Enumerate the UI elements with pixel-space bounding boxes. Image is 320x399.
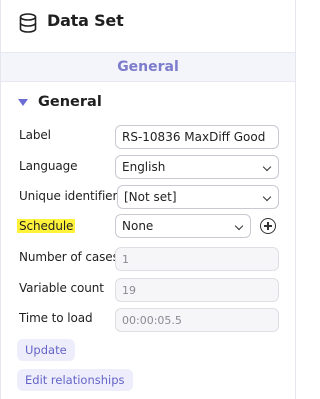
chevron-down-icon — [262, 162, 272, 172]
update-button[interactable]: Update — [17, 339, 75, 361]
chevron-down-icon — [262, 192, 272, 202]
schedule-select-value: None — [122, 219, 154, 233]
unique-identifier-select-value: [Not set] — [124, 190, 177, 204]
time-to-load-caption: Time to load — [19, 311, 93, 325]
chevron-down-icon — [234, 221, 244, 231]
number-of-cases-field: 1 — [115, 247, 279, 271]
panel-title: Data Set — [47, 11, 124, 30]
unique-identifier-select[interactable]: [Not set] — [117, 185, 279, 209]
database-icon — [19, 13, 37, 33]
time-to-load-field: 00:00:05.5 — [115, 308, 279, 332]
edit-relationships-button[interactable]: Edit relationships — [17, 369, 133, 391]
language-caption: Language — [19, 159, 78, 173]
tab-general-label: General — [117, 59, 179, 75]
variable-count-value: 19 — [122, 283, 136, 297]
variable-count-caption: Variable count — [19, 281, 104, 295]
data-set-panel: Data Set General General Label RS-10836 … — [0, 0, 296, 399]
time-to-load-value: 00:00:05.5 — [122, 313, 182, 327]
label-input-value: RS-10836 MaxDiff Good — [122, 130, 266, 144]
variable-count-field: 19 — [115, 278, 279, 302]
number-of-cases-caption: Number of cases — [19, 250, 119, 264]
language-select-value: English — [122, 160, 166, 174]
language-select[interactable]: English — [115, 155, 279, 179]
tab-general[interactable]: General — [1, 52, 295, 82]
add-schedule-icon[interactable] — [260, 218, 276, 234]
label-caption: Label — [19, 128, 51, 142]
caret-down-icon — [18, 98, 28, 106]
section-title: General — [38, 94, 102, 110]
unique-identifier-caption: Unique identifier — [19, 189, 118, 203]
number-of-cases-value: 1 — [122, 252, 129, 266]
section-general-toggle[interactable]: General — [17, 92, 102, 112]
panel-header: Data Set — [1, 0, 295, 46]
schedule-select[interactable]: None — [115, 214, 251, 238]
schedule-caption: Schedule — [17, 219, 76, 233]
label-input[interactable]: RS-10836 MaxDiff Good — [115, 125, 279, 149]
